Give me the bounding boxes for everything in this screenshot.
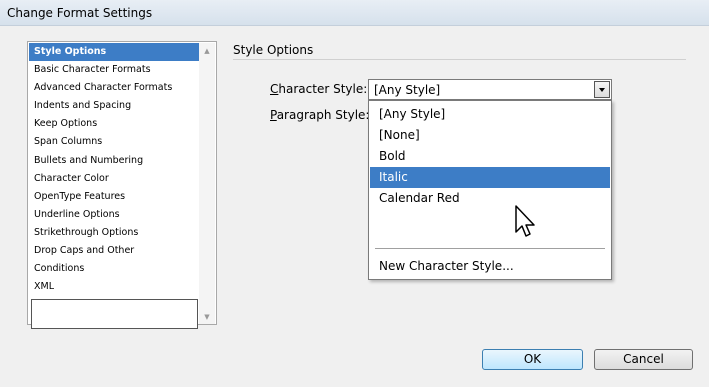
cancel-button[interactable]: Cancel	[594, 349, 693, 370]
category-list[interactable]: Style Options Basic Character Formats Adva…	[27, 41, 217, 329]
dialog-title: Change Format Settings	[7, 6, 153, 20]
dropdown-arrow-button[interactable]	[594, 81, 610, 98]
character-style-select[interactable]: [Any Style]	[368, 79, 612, 100]
category-scrollbar[interactable]: ▲ ▼	[199, 43, 215, 324]
dropdown-separator	[375, 248, 605, 249]
dropdown-option[interactable]: [Any Style]	[370, 104, 610, 125]
sidebar-item[interactable]: Character Color	[29, 170, 200, 188]
paragraph-style-label: Paragraph Style:	[270, 108, 370, 122]
dropdown-option[interactable]: Calendar Red	[370, 188, 610, 209]
dropdown-option[interactable]: [None]	[370, 125, 610, 146]
sidebar-item[interactable]: Span Columns	[29, 133, 200, 151]
panel-heading: Style Options	[233, 43, 314, 57]
sidebar-item[interactable]: OpenType Features	[29, 188, 200, 206]
sidebar-item[interactable]: Style Options	[29, 43, 200, 62]
change-format-settings-dialog: Change Format Settings Style Options Basi…	[0, 0, 709, 387]
arrow-cursor-icon	[515, 205, 535, 237]
chevron-down-icon	[599, 88, 605, 92]
title-bar: Change Format Settings	[0, 0, 709, 26]
sidebar-item[interactable]: Drop Caps and Other	[29, 242, 200, 260]
character-style-label: Character Style:	[270, 82, 368, 96]
dropdown-option[interactable]: Bold	[370, 146, 610, 167]
dropdown-option[interactable]: Italic	[370, 167, 610, 188]
character-style-dropdown[interactable]: Calendar Red Italic Bold [None] [Any Style] …	[368, 100, 612, 280]
sidebar-item[interactable]: Keep Options	[29, 115, 200, 133]
triangle-up-icon[interactable]: ▲	[199, 45, 215, 57]
heading-divider	[233, 59, 686, 60]
sidebar-item[interactable]: Conditions	[29, 260, 200, 278]
ok-button[interactable]: OK	[482, 349, 583, 370]
sidebar-item[interactable]: Bullets and Numbering	[29, 152, 200, 170]
category-list-items: Style Options Basic Character Formats Adva…	[29, 43, 200, 296]
sidebar-item[interactable]: XML	[29, 278, 200, 296]
new-character-style-option[interactable]: New Character Style...	[370, 256, 610, 277]
sidebar-item[interactable]: Basic Character Formats	[29, 61, 200, 79]
dialog-body: Style Options Basic Character Formats Adva…	[0, 26, 709, 387]
empty-list-frame	[31, 299, 198, 329]
sidebar-item[interactable]: Underline Options	[29, 206, 200, 224]
sidebar-item[interactable]: Advanced Character Formats	[29, 79, 200, 97]
sidebar-item[interactable]: Indents and Spacing	[29, 97, 200, 115]
sidebar-item[interactable]: Strikethrough Options	[29, 224, 200, 242]
character-style-value: [Any Style]	[374, 83, 441, 97]
triangle-down-icon[interactable]: ▼	[199, 311, 215, 323]
